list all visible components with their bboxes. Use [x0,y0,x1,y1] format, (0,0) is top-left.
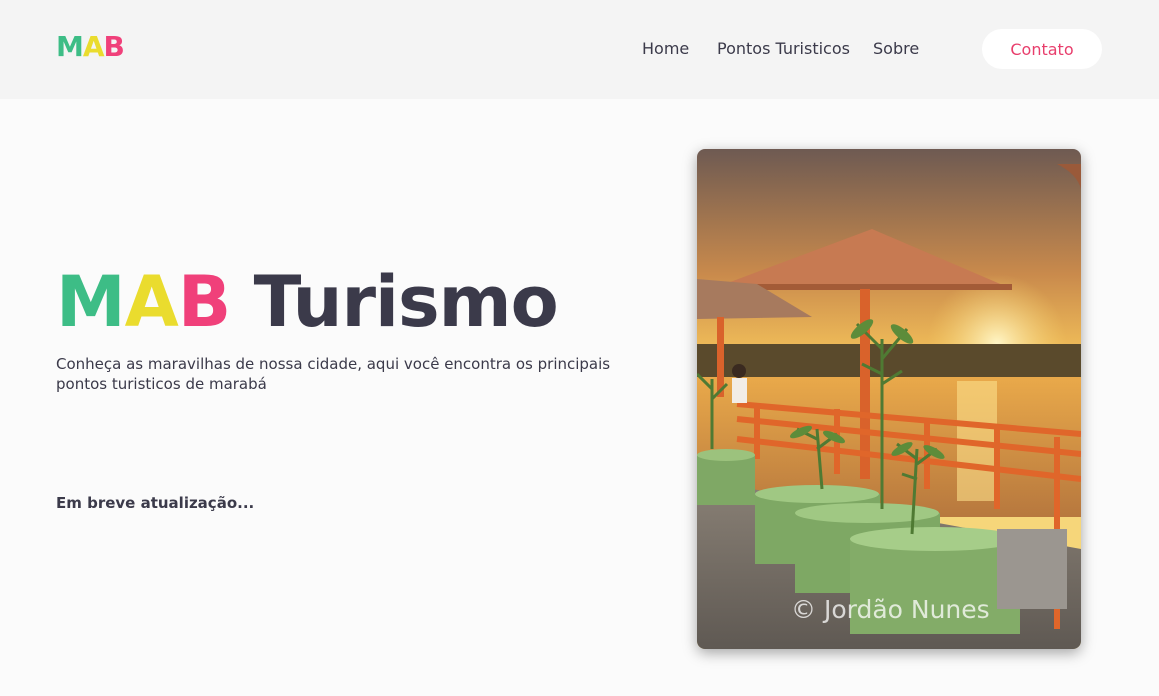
nav-home-link[interactable]: Home [642,38,689,60]
contact-button[interactable]: Contato [982,29,1102,69]
hero-title-mab: MAB [56,261,231,343]
nav-pontos-turisticos-link[interactable]: Pontos Turisticos [717,38,850,60]
hero-photo: © Jordão Nunes [697,149,1081,649]
hero-letter-a: A [124,261,179,343]
photo-watermark: © Jordão Nunes [791,595,990,624]
sunset-pier-image [697,149,1081,649]
logo-letter-a: A [82,30,105,63]
logo-letter-m: M [56,30,84,63]
update-note: Em breve atualização... [56,494,255,512]
hero-letter-m: M [56,261,126,343]
hero-title-word: Turismo [253,261,559,343]
site-header: MAB Home Pontos Turisticos Sobre Contato [0,0,1159,99]
hero-title: MAB Turismo [56,261,559,343]
site-logo[interactable]: MAB [56,30,125,64]
hero-letter-b: B [177,261,231,343]
nav-sobre-link[interactable]: Sobre [873,38,919,60]
logo-letter-b: B [103,30,125,63]
hero-subtitle: Conheça as maravilhas de nossa cidade, a… [56,355,611,393]
